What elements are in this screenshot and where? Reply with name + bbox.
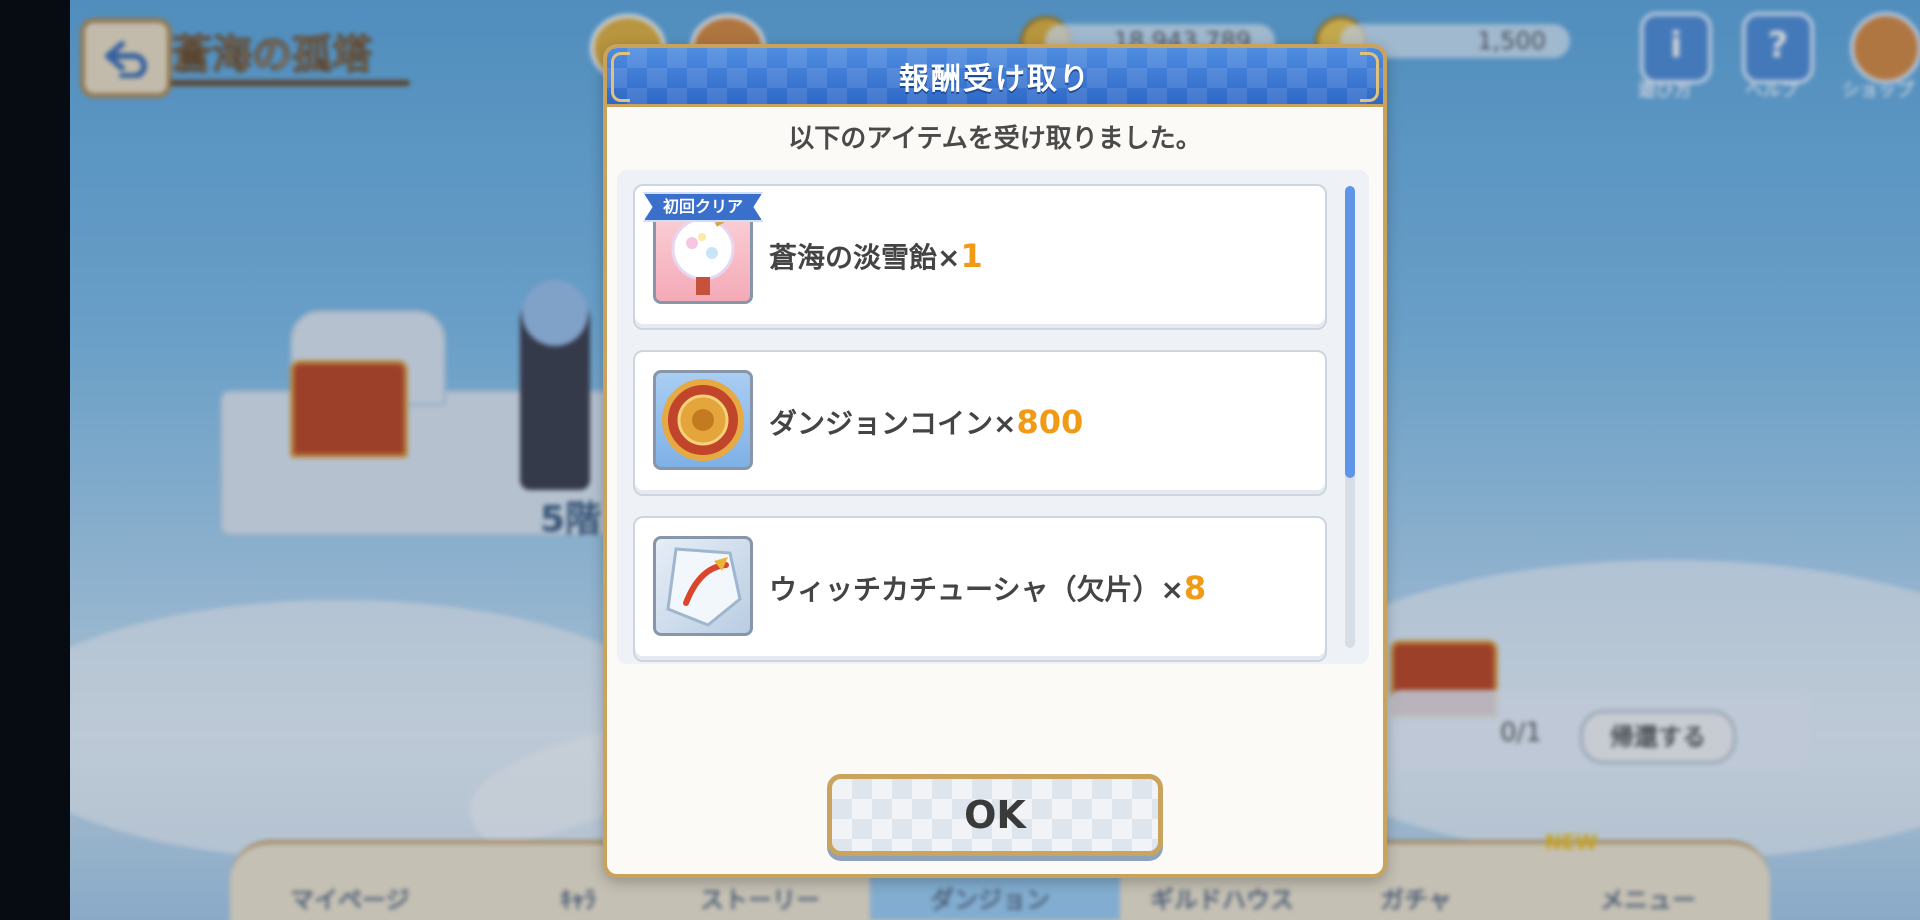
- first-clear-badge: 初回クリア: [643, 192, 763, 222]
- dungeon-coin-icon: [653, 370, 753, 470]
- header-ornament: [611, 52, 630, 102]
- scrollbar[interactable]: [1345, 186, 1355, 648]
- item-name: ウィッチカチューシャ（欠片）×8: [769, 568, 1206, 608]
- fragment-graphic: [666, 547, 742, 627]
- item-name-text: ウィッチカチューシャ（欠片）×: [769, 573, 1184, 606]
- item-name-text: 蒼海の淡雪飴×: [769, 241, 961, 274]
- dialog-header: 報酬受け取り: [607, 48, 1383, 107]
- ok-label: OK: [964, 793, 1026, 837]
- item-name: 蒼海の淡雪飴×1: [769, 236, 983, 276]
- reward-item: 初回クリア 蒼海の淡雪飴×1: [633, 184, 1327, 330]
- scrollbar-thumb[interactable]: [1345, 186, 1355, 478]
- header-ornament: [1360, 52, 1379, 102]
- item-name: ダンジョンコイン×800: [769, 402, 1083, 442]
- item-quantity: 800: [1016, 403, 1084, 441]
- item-quantity: 1: [960, 237, 983, 275]
- reward-dialog: 報酬受け取り 以下のアイテムを受け取りました。 初回クリア 蒼海の淡雪飴×1 ダ…: [603, 44, 1387, 878]
- dungeon-coin-graphic: [662, 379, 744, 461]
- item-quantity: 8: [1183, 569, 1207, 607]
- reward-item: ウィッチカチューシャ（欠片）×8: [633, 516, 1327, 662]
- dialog-message: 以下のアイテムを受け取りました。: [788, 124, 1202, 154]
- item-name-text: ダンジョンコイン×: [769, 407, 1017, 440]
- reward-item: ダンジョンコイン×800: [633, 350, 1327, 496]
- witch-headband-fragment-icon: [653, 536, 753, 636]
- ok-button[interactable]: OK: [827, 774, 1163, 856]
- reward-list[interactable]: 初回クリア 蒼海の淡雪飴×1 ダンジョンコイン×800 ウィッチカチューシャ（欠…: [617, 170, 1369, 664]
- dialog-title: 報酬受け取り: [899, 62, 1091, 97]
